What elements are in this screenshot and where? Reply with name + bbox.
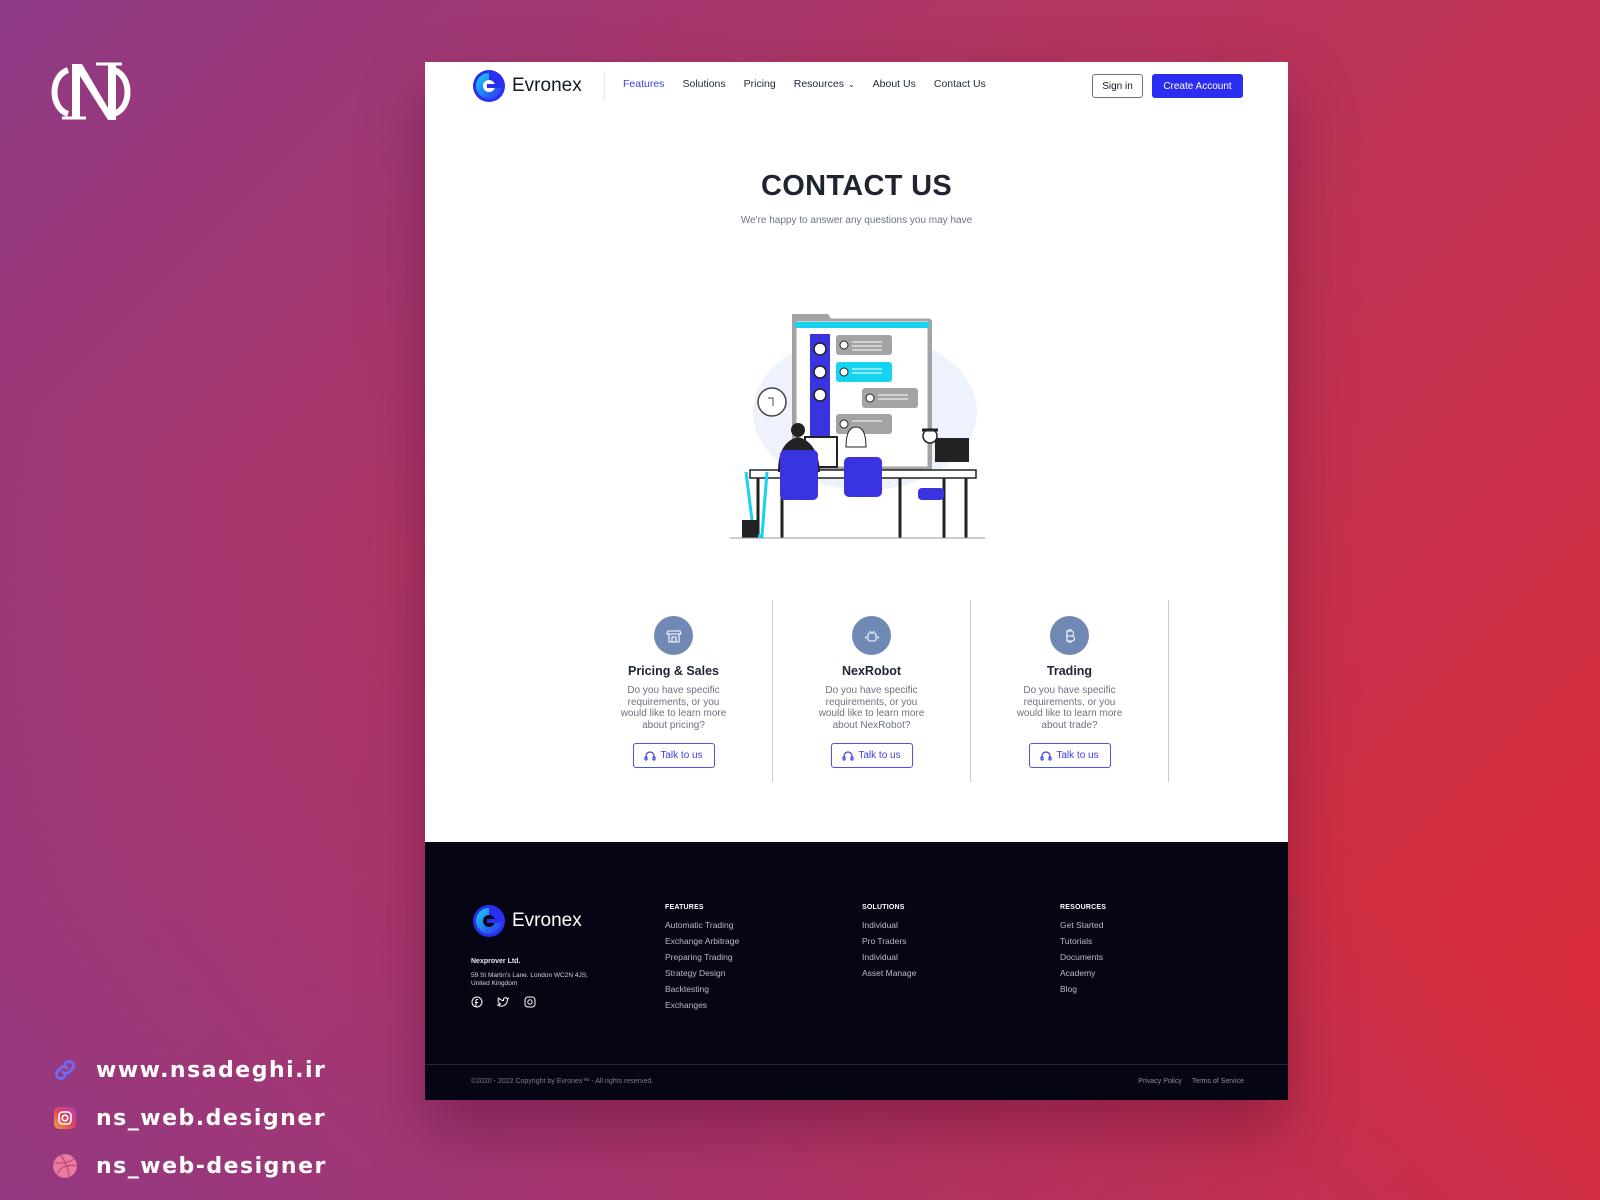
footer-col-title: FEATURES (665, 904, 704, 911)
nav-about-label: About Us (872, 78, 916, 90)
footer-link[interactable]: Exchange Arbitrage (665, 936, 739, 946)
evronex-logo-icon (473, 905, 505, 937)
footer-col-title: RESOURCES (1060, 904, 1107, 911)
footer-link[interactable]: Backtesting (665, 984, 739, 994)
website-mockup: Evronex Features Solutions Pricing Resou… (425, 62, 1288, 1100)
footer-social-links (471, 996, 550, 1008)
footer-link[interactable]: Tutorials (1060, 936, 1106, 946)
main-menu: Features Solutions Pricing Resources ⌄ Ab… (623, 78, 1004, 90)
evronex-logo-icon (473, 70, 505, 102)
support-team-illustration (730, 314, 985, 539)
footer-link[interactable]: Documents (1060, 952, 1106, 962)
headset-icon (644, 750, 656, 761)
footer-col-resources: RESOURCES Get Started Tutorials Document… (1060, 904, 1106, 994)
company-address: 59 St Martin's Lane. London WC2N 4JS, Un… (471, 972, 588, 987)
talk-label: Talk to us (1056, 750, 1099, 761)
footer-link[interactable]: Academy (1060, 968, 1106, 978)
website-link[interactable]: www.nsadeghi.ir (52, 1046, 327, 1094)
footer-divider (425, 1064, 1288, 1065)
footer-link[interactable]: Asset Manage (862, 968, 916, 978)
nav-divider (604, 71, 605, 101)
nav-contact-label: Contact Us (933, 78, 986, 90)
contact-card-nexrobot: NexRobot Do you have specific requiremen… (773, 600, 971, 782)
footer-link[interactable]: Individual (862, 952, 916, 962)
copyright-text: ©2020 - 2022 Copyright by Evronex™ - All… (471, 1078, 654, 1085)
card-description: Do you have specific requirements, or yo… (620, 685, 727, 731)
footer-link[interactable]: Individual (862, 920, 916, 930)
footer-link[interactable]: Get Started (1060, 920, 1106, 930)
brand-logo[interactable]: Evronex (472, 69, 582, 103)
footer-brand-logo[interactable]: Evronex (472, 904, 582, 938)
instagram-icon (52, 1105, 78, 1131)
twitter-icon[interactable] (497, 996, 510, 1008)
nav-resources-dropdown[interactable]: Resources ⌄ (794, 78, 855, 90)
footer-link[interactable]: Automatic Trading (665, 920, 739, 930)
footer-link[interactable]: Exchanges (665, 1000, 739, 1010)
contact-card-pricing: Pricing & Sales Do you have specific req… (575, 600, 773, 782)
nav-pricing-label: Pricing (743, 78, 776, 90)
talk-label: Talk to us (858, 750, 901, 761)
nav-features-label: Features (623, 78, 665, 90)
talk-to-us-button[interactable]: Talk to us (830, 743, 913, 768)
headset-icon (842, 750, 854, 761)
nav-features[interactable]: Features (623, 78, 664, 90)
footer-col-solutions: SOLUTIONS Individual Pro Traders Individ… (862, 904, 916, 978)
talk-to-us-button[interactable]: Talk to us (1028, 743, 1111, 768)
chevron-down-icon: ⌄ (847, 79, 855, 89)
talk-label: Talk to us (660, 750, 703, 761)
designer-links: www.nsadeghi.ir ns_web.designer ns_web-d… (52, 1046, 327, 1190)
footer-link[interactable]: Strategy Design (665, 968, 739, 978)
bitcoin-icon (1050, 616, 1089, 655)
headset-icon (1040, 750, 1052, 761)
robot-icon (852, 616, 891, 655)
terms-of-service-link[interactable]: Terms of Service (1192, 1078, 1244, 1085)
card-title: Trading (1046, 664, 1093, 678)
page-subtitle: We're happy to answer any questions you … (740, 215, 973, 226)
legal-links: Privacy Policy Terms of Service (1128, 1078, 1244, 1085)
card-description: Do you have specific requirements, or yo… (818, 685, 925, 731)
instagram-link[interactable]: ns_web.designer (52, 1094, 327, 1142)
footer-col-title: SOLUTIONS (862, 904, 905, 911)
nav-solutions[interactable]: Solutions (682, 78, 725, 90)
footer-col-features: FEATURES Automatic Trading Exchange Arbi… (665, 904, 739, 1010)
page-title: CONTACT US (761, 170, 952, 202)
footer-link[interactable]: Preparing Trading (665, 952, 739, 962)
nav-resources-label: Resources (793, 78, 844, 90)
dribbble-link[interactable]: ns_web-designer (52, 1142, 327, 1190)
contact-card-trading: Trading Do you have specific requirement… (971, 600, 1169, 782)
nav-solutions-label: Solutions (682, 78, 726, 90)
footer-link[interactable]: Blog (1060, 984, 1106, 994)
top-navbar: Evronex Features Solutions Pricing Resou… (425, 62, 1288, 110)
footer-brand-name: Evronex (512, 910, 582, 931)
dribbble-icon (52, 1153, 78, 1179)
talk-to-us-button[interactable]: Talk to us (632, 743, 715, 768)
nav-about[interactable]: About Us (873, 78, 916, 90)
company-name: Nexprover Ltd. (471, 958, 521, 965)
instagram-icon[interactable] (524, 996, 536, 1008)
create-account-button[interactable]: Create Account (1152, 74, 1243, 98)
nav-contact[interactable]: Contact Us (934, 78, 986, 90)
card-description: Do you have specific requirements, or yo… (1016, 685, 1123, 731)
contact-options: Pricing & Sales Do you have specific req… (575, 600, 1169, 782)
link-icon (52, 1057, 78, 1083)
footer-link[interactable]: Pro Traders (862, 936, 916, 946)
privacy-policy-link[interactable]: Privacy Policy (1138, 1078, 1182, 1085)
store-icon (654, 616, 693, 655)
sign-in-button[interactable]: Sign in (1092, 74, 1143, 98)
nav-pricing[interactable]: Pricing (744, 78, 776, 90)
card-title: Pricing & Sales (627, 664, 719, 678)
designer-logo (51, 62, 131, 120)
facebook-icon[interactable] (471, 996, 483, 1008)
card-title: NexRobot (841, 664, 902, 678)
site-footer: Evronex Nexprover Ltd. 59 St Martin's La… (425, 842, 1288, 1100)
brand-name: Evronex (512, 75, 582, 96)
